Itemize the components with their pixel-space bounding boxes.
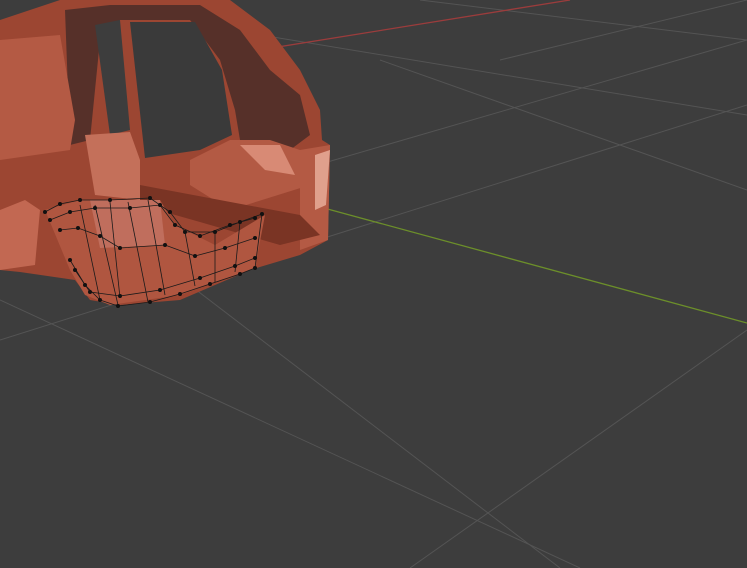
grid-line [299, 39, 747, 171]
mesh-vertex[interactable] [158, 203, 162, 207]
mesh-vertex[interactable] [88, 290, 92, 294]
mesh-vertex[interactable] [260, 212, 264, 216]
car-body-mesh[interactable] [0, 0, 330, 305]
mesh-vertex[interactable] [198, 276, 202, 280]
mesh-vertex[interactable] [58, 228, 62, 232]
mesh-vertex[interactable] [238, 220, 242, 224]
mesh-vertex[interactable] [118, 246, 122, 250]
mesh-vertex[interactable] [183, 230, 187, 234]
mesh-vertex[interactable] [128, 206, 132, 210]
mesh-vertex[interactable] [158, 288, 162, 292]
mesh-vertex[interactable] [208, 282, 212, 286]
mesh-vertex[interactable] [68, 258, 72, 262]
mesh-vertex[interactable] [93, 206, 97, 210]
mesh-vertex[interactable] [98, 234, 102, 238]
mesh-vertex[interactable] [78, 198, 82, 202]
mesh-vertex[interactable] [223, 246, 227, 250]
mesh-vertex[interactable] [233, 264, 237, 268]
grid-line [0, 299, 581, 568]
mesh-vertex[interactable] [253, 216, 257, 220]
mesh-vertex[interactable] [83, 283, 87, 287]
mesh-vertex[interactable] [213, 230, 217, 234]
mesh-vertex[interactable] [173, 223, 177, 227]
mesh-vertex[interactable] [253, 256, 257, 260]
mesh-vertex[interactable] [193, 254, 197, 258]
mesh-vertex[interactable] [163, 243, 167, 247]
viewport-canvas[interactable] [0, 0, 747, 568]
3d-viewport[interactable] [0, 0, 747, 568]
grid-line [409, 329, 747, 568]
mesh-vertex[interactable] [68, 210, 72, 214]
mesh-vertex[interactable] [108, 198, 112, 202]
mesh-vertex[interactable] [148, 300, 152, 304]
mesh-vertex[interactable] [228, 223, 232, 227]
mesh-vertex[interactable] [76, 226, 80, 230]
mesh-vertex[interactable] [43, 210, 47, 214]
mesh-vertex[interactable] [116, 304, 120, 308]
mesh-vertex[interactable] [198, 234, 202, 238]
mesh-vertex[interactable] [118, 294, 122, 298]
mesh-vertex[interactable] [253, 236, 257, 240]
grid-line [379, 59, 747, 191]
mesh-vertex[interactable] [253, 266, 257, 270]
mesh-vertex[interactable] [48, 218, 52, 222]
mesh-vertex[interactable] [168, 210, 172, 214]
mesh-vertex[interactable] [148, 196, 152, 200]
grid-line [419, 0, 747, 41]
mesh-vertex[interactable] [73, 268, 77, 272]
mesh-vertex[interactable] [238, 272, 242, 276]
mesh-vertex[interactable] [98, 298, 102, 302]
mesh-vertex[interactable] [58, 202, 62, 206]
mesh-vertex[interactable] [178, 292, 182, 296]
